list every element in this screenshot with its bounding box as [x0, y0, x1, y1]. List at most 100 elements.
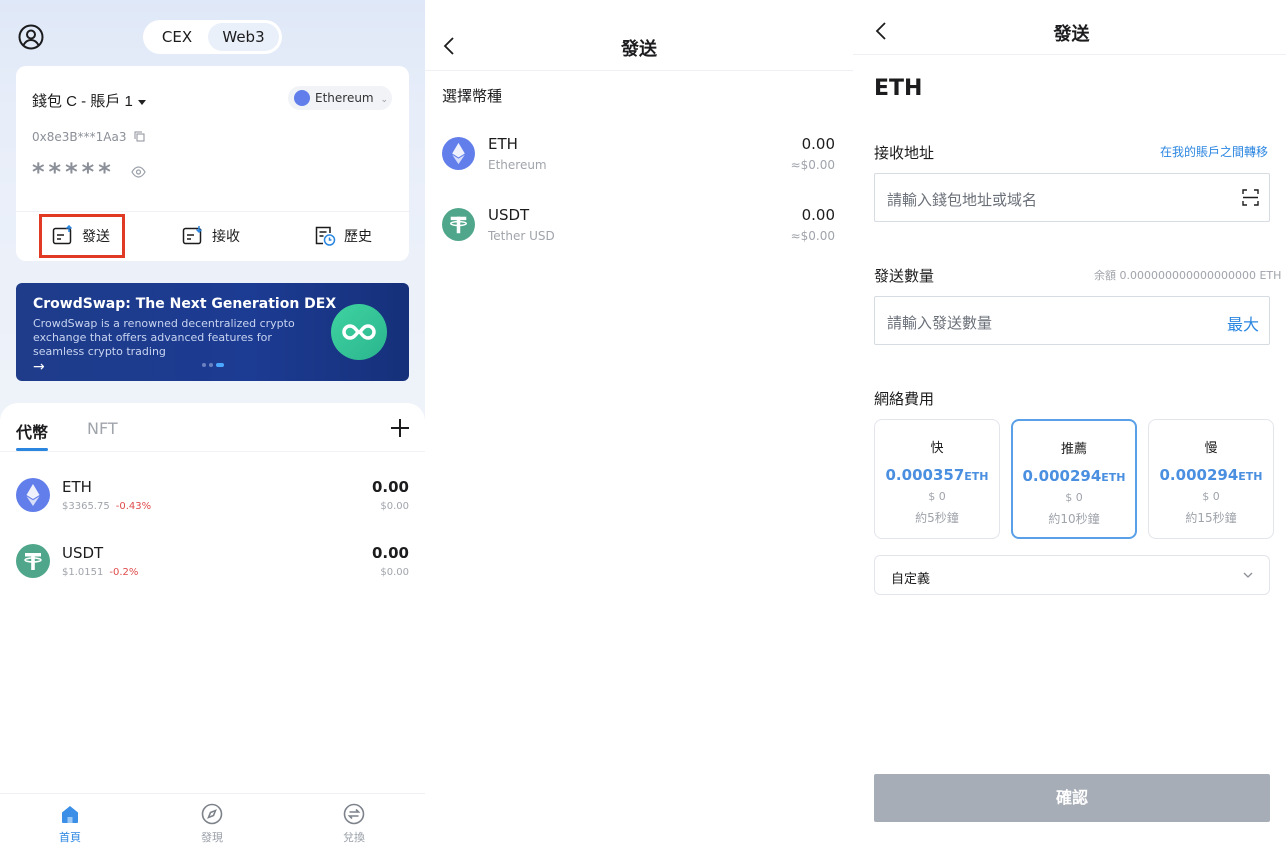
token-usd: $0.00 [380, 567, 409, 578]
coin-option[interactable]: ETH Ethereum 0.00 ≈$0.00 [425, 135, 853, 195]
max-button[interactable]: 最大 [1227, 311, 1259, 335]
coin-amount: 0.00 [801, 206, 835, 224]
receive-icon [182, 226, 203, 245]
usdt-icon [442, 208, 475, 241]
select-coin-screen: 發送 選擇幣種 ETH Ethereum 0.00 ≈$0.00 USDT Te… [425, 0, 853, 860]
fee-usd: $ 0 [1065, 491, 1083, 504]
profile-icon[interactable] [18, 24, 44, 50]
price-value: $3365.75 [62, 501, 110, 512]
ethereum-icon [294, 90, 310, 106]
nav-swap[interactable]: 兌換 [324, 803, 384, 845]
fee-time: 約15秒鐘 [1185, 511, 1237, 525]
asset-symbol: ETH [874, 76, 923, 101]
divider [853, 54, 1286, 55]
history-button[interactable]: 歷史 [314, 212, 372, 260]
swap-icon [343, 803, 365, 825]
nav-discover[interactable]: 發現 [182, 803, 242, 845]
plus-icon[interactable] [389, 417, 411, 439]
receive-label: 接收 [212, 229, 240, 245]
coin-amount: 0.00 [801, 135, 835, 153]
token-symbol: ETH [62, 478, 92, 496]
amount-input[interactable]: 請輸入發送數量 最大 [874, 296, 1270, 345]
carousel-dot-active [216, 363, 224, 367]
receive-button[interactable]: 接收 [182, 212, 240, 260]
fee-value: 0.000294ETH [1013, 467, 1135, 485]
token-symbol: USDT [62, 544, 104, 562]
fee-option-slow[interactable]: 慢 0.000294ETH $ 0 約15秒鐘 [1148, 419, 1274, 539]
fee-amount: 0.000294 [1022, 467, 1102, 485]
eth-icon [442, 137, 475, 170]
fee-time: 約10秒鐘 [1048, 512, 1100, 526]
usdt-icon [16, 544, 50, 578]
network-selector[interactable]: Ethereum ⌄ [288, 86, 392, 110]
carousel-dot [209, 363, 213, 367]
eye-icon[interactable] [131, 166, 146, 178]
amount-placeholder: 請輸入發送數量 [887, 314, 993, 332]
divider [425, 70, 853, 71]
fee-amount: 0.000357 [885, 466, 965, 484]
arrow-right-icon[interactable]: → [33, 359, 45, 375]
network-name: Ethereum [315, 91, 374, 105]
token-list-section: 代幣 NFT ETH $3365.75 -0.43% 0.00 $0.00 USD… [0, 403, 425, 860]
tab-nft[interactable]: NFT [87, 419, 118, 438]
network-fee-label: 網絡費用 [874, 390, 935, 408]
send-highlight-box [39, 214, 125, 258]
fee-time: 約5秒鐘 [915, 511, 959, 525]
copy-icon[interactable] [134, 131, 145, 142]
fee-unit: ETH [1101, 471, 1126, 484]
price-value: $1.0151 [62, 567, 104, 578]
promo-banner[interactable]: CrowdSwap: The Next Generation DEX Crowd… [16, 283, 409, 381]
cex-tab[interactable]: CEX [146, 23, 208, 51]
token-row[interactable]: USDT $1.0151 -0.2% 0.00 $0.00 [0, 544, 425, 604]
coin-name: Tether USD [488, 229, 555, 243]
wallet-address: 0x8e3B***1Aa3 [32, 130, 145, 144]
transfer-between-accounts-link[interactable]: 在我的賬戶之間轉移 [1160, 143, 1268, 160]
coin-option[interactable]: USDT Tether USD 0.00 ≈$0.00 [425, 206, 853, 266]
recipient-address-input[interactable]: 請輸入錢包地址或域名 [874, 173, 1270, 222]
fee-usd: $ 0 [928, 490, 946, 503]
divider [0, 451, 425, 452]
tab-tokens[interactable]: 代幣 [16, 419, 48, 443]
compass-icon [201, 803, 223, 825]
wallet-name: 錢包 C - 賬戶 1 [32, 93, 133, 110]
scan-icon[interactable] [1242, 189, 1259, 206]
custom-fee-dropdown[interactable]: 自定義 [874, 555, 1270, 595]
token-amount: 0.00 [371, 478, 409, 496]
confirm-button[interactable]: 確認 [874, 774, 1270, 822]
web3-tab[interactable]: Web3 [208, 23, 279, 51]
price-change: -0.2% [109, 567, 139, 578]
chevron-down-icon [1243, 572, 1253, 578]
wallet-selector[interactable]: 錢包 C - 賬戶 1 [32, 90, 146, 111]
fee-option-recommended[interactable]: 推薦 0.000294ETH $ 0 約10秒鐘 [1011, 419, 1137, 539]
wallet-card: 錢包 C - 賬戶 1 Ethereum ⌄ 0x8e3B***1Aa3 ***… [16, 66, 409, 261]
caret-down-icon [137, 99, 146, 105]
eth-icon [16, 478, 50, 512]
fee-option-fast[interactable]: 快 0.000357ETH $ 0 約5秒鐘 [874, 419, 1000, 539]
nav-swap-label: 兌換 [343, 831, 365, 844]
coin-name: Ethereum [488, 158, 547, 172]
bottom-nav: 首頁 發現 兌換 [0, 793, 425, 860]
page-title: 發送 [1053, 24, 1090, 45]
token-usd: $0.00 [380, 501, 409, 512]
amount-label: 發送數量 [874, 267, 935, 285]
nav-home[interactable]: 首頁 [40, 803, 100, 845]
fee-unit: ETH [1238, 470, 1263, 483]
token-amount: 0.00 [371, 544, 409, 562]
home-icon [62, 806, 78, 823]
coin-usd: ≈$0.00 [790, 158, 835, 172]
custom-fee-label: 自定義 [891, 572, 931, 587]
nav-discover-label: 發現 [201, 831, 223, 844]
token-price: $1.0151 -0.2% [62, 567, 138, 578]
token-row[interactable]: ETH $3365.75 -0.43% 0.00 $0.00 [0, 478, 425, 538]
banner-title: CrowdSwap: The Next Generation DEX [33, 296, 337, 312]
history-label: 歷史 [344, 229, 372, 245]
section-heading: 選擇幣種 [442, 87, 503, 105]
token-price: $3365.75 -0.43% [62, 501, 151, 512]
fee-value: 0.000357ETH [875, 466, 999, 484]
chevron-down-icon: ⌄ [380, 95, 388, 105]
coin-symbol: USDT [488, 206, 530, 224]
page-title: 發送 [621, 39, 657, 60]
hidden-balance: ***** [32, 158, 115, 186]
recipient-label: 接收地址 [874, 144, 935, 162]
carousel-dots [202, 363, 224, 367]
